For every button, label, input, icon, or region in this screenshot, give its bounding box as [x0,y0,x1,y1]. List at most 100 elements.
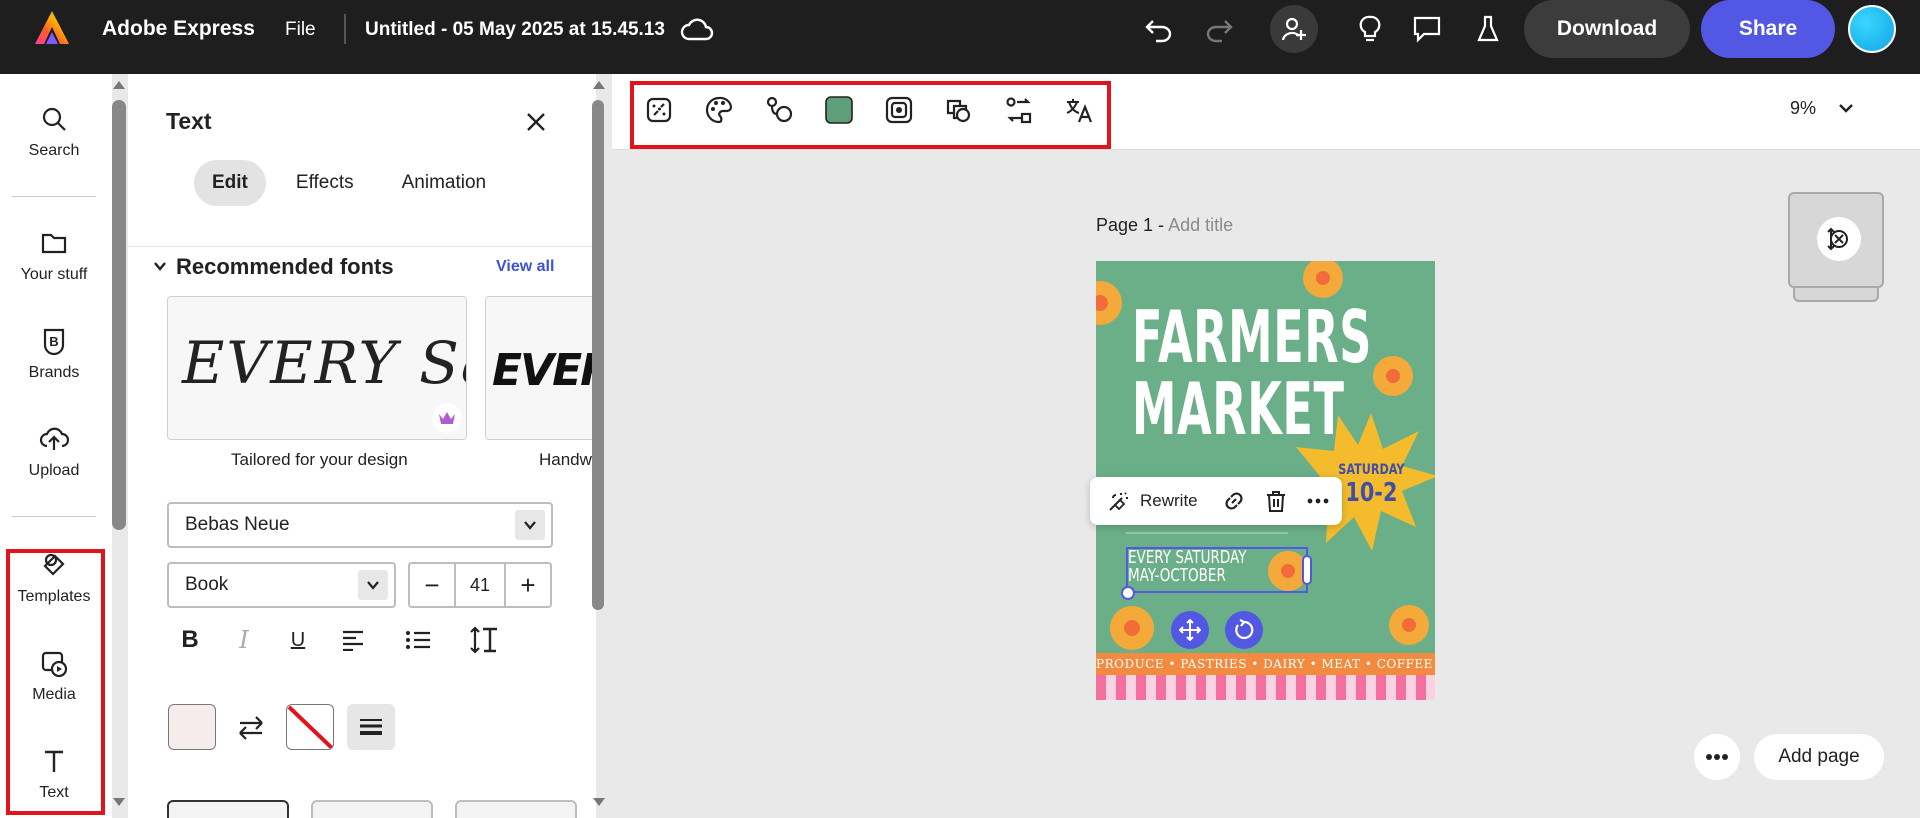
text-color-swatch[interactable] [168,704,216,750]
add-title-link[interactable]: Add title [1168,215,1233,235]
magic-wand-icon[interactable] [1107,489,1131,513]
more-icon[interactable] [1306,489,1330,513]
star-text-line: SATURDAY [1338,462,1405,478]
divider [12,196,96,197]
top-bar: Adobe Express File Untitled - 05 May 202… [0,0,1920,74]
redo-icon[interactable] [1203,13,1235,45]
decrease-size-button[interactable]: − [410,564,454,606]
chevron-down-icon [515,510,545,540]
style-preset[interactable] [167,800,289,818]
rail-label: Upload [28,462,80,479]
page-grid-icon [1817,217,1861,261]
font-card[interactable]: EVER [485,296,596,440]
link-icon[interactable] [1222,489,1246,513]
cloud-icon[interactable] [680,15,714,43]
font-weight-select[interactable]: Book [167,562,396,608]
resize-handle[interactable] [1302,555,1312,585]
font-family-value: Bebas Neue [185,514,290,535]
rail-scrollbar[interactable] [112,100,126,530]
trash-icon[interactable] [1264,489,1288,513]
bullet-list-icon[interactable] [400,622,436,658]
font-family-select[interactable]: Bebas Neue [167,502,553,548]
tab-edit[interactable]: Edit [194,160,266,206]
download-button[interactable]: Download [1524,0,1690,58]
no-fill-swatch[interactable] [286,704,334,750]
app-name: Adobe Express [102,17,255,40]
font-size-value[interactable]: 41 [454,564,506,606]
upload-icon [39,424,69,454]
scroll-up-arrow[interactable] [593,81,605,89]
more-options-icon[interactable] [1694,734,1740,780]
font-card[interactable]: EVERY Satu [167,296,467,440]
rail-label: Brands [28,364,80,381]
style-preset[interactable] [455,800,577,818]
chevron-down-icon [358,570,388,600]
panel-scrollbar[interactable] [592,100,604,610]
scroll-down-arrow[interactable] [593,798,605,806]
page-stack [1793,288,1879,302]
tab-animation[interactable]: Animation [384,160,505,206]
rail-item-upload[interactable]: Upload [0,424,108,480]
undo-icon[interactable] [1143,13,1175,45]
zoom-level[interactable]: 9% [1790,98,1816,119]
underline-button[interactable]: U [280,622,316,658]
svg-text:B: B [49,334,58,349]
pages-thumbnail[interactable] [1788,192,1884,302]
scroll-up-arrow[interactable] [113,81,125,89]
lightbulb-icon[interactable] [1354,13,1386,45]
line-spacing-icon[interactable] [466,622,502,658]
add-page-button[interactable]: Add page [1754,734,1884,780]
rail-label: Search [28,142,80,159]
chevron-down-icon[interactable] [152,258,168,274]
rail-label: Your stuff [20,266,88,283]
font-card-label: Tailored for your design [231,450,408,469]
invite-user-icon[interactable] [1270,5,1318,53]
flask-icon[interactable] [1472,13,1504,45]
divider [12,516,96,517]
recommended-fonts-heading[interactable]: Recommended fonts [176,254,394,280]
rotate-icon[interactable] [1225,611,1263,649]
text-panel: Text Edit Effects Animation Recommended … [128,74,596,818]
star-text: SATURDAY 10-2 [1338,462,1404,508]
bold-button[interactable]: B [172,622,208,658]
rewrite-button[interactable]: Rewrite [1140,491,1198,511]
page-label: Page 1 - Add title [1096,215,1233,236]
rail-item-brands[interactable]: B Brands [0,326,108,382]
increase-size-button[interactable]: + [506,564,550,606]
font-card-label: Handw [539,450,592,469]
move-icon[interactable] [1171,611,1209,649]
view-all-link[interactable]: View all [496,258,554,276]
file-menu[interactable]: File [285,19,316,41]
close-icon[interactable] [524,110,548,134]
italic-button[interactable]: I [226,622,262,658]
rail-item-your-stuff[interactable]: Your stuff [0,228,108,284]
poster-title-line: MARKET [1132,367,1345,451]
resize-handle[interactable] [1121,586,1135,600]
scroll-down-arrow[interactable] [113,798,125,806]
search-icon [39,104,69,134]
font-sample: EVER [492,345,596,396]
gingham-pattern [1096,675,1435,700]
document-title[interactable]: Untitled - 05 May 2025 at 15.45.13 [365,19,665,41]
align-left-icon[interactable] [335,622,371,658]
poster-strip: PRODUCE • PASTRIES • DAIRY • MEAT • COFF… [1096,653,1435,675]
font-sample: EVERY Satu [182,329,466,397]
tab-effects[interactable]: Effects [278,160,372,206]
swap-icon[interactable] [233,710,269,746]
panel-tabs: Edit Effects Animation [194,160,504,206]
share-button[interactable]: Share [1701,0,1835,58]
page-number: Page 1 - [1096,215,1169,235]
selection-box[interactable] [1126,547,1308,593]
poster-title: FARMERS MARKET [1132,301,1372,445]
comment-icon[interactable] [1411,13,1443,45]
divider [344,14,346,44]
adobe-express-logo[interactable] [33,9,71,47]
border-style-icon[interactable] [347,704,395,750]
brand-icon: B [39,326,69,356]
avatar[interactable] [1848,5,1896,53]
style-preset[interactable] [311,800,433,818]
font-size-stepper: − 41 + [408,562,552,608]
context-bar: Rewrite [1090,477,1342,525]
chevron-down-icon[interactable] [1836,98,1856,118]
rail-item-search[interactable]: Search [0,104,108,160]
